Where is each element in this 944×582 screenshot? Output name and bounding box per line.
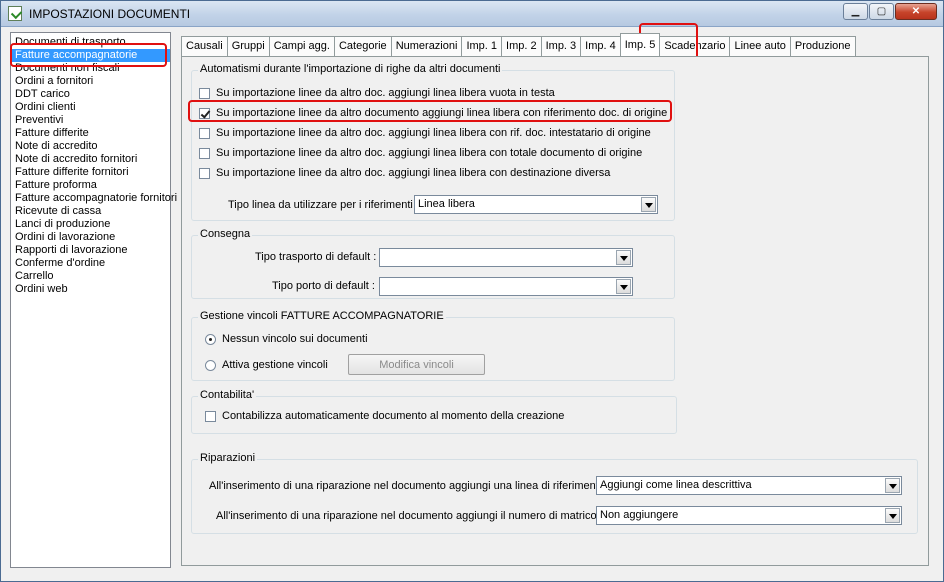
import-option-label: Su importazione linee da altro doc. aggi… (216, 87, 555, 99)
riparazione-linea-value: Aggiungi come linea descrittiva (600, 479, 752, 491)
checkbox[interactable] (199, 87, 210, 99)
minimize-button[interactable]: ▁ (843, 3, 868, 20)
tab-causali[interactable]: Causali (181, 36, 228, 56)
list-item[interactable]: Ordini a fornitori (11, 75, 170, 88)
list-item[interactable]: Ricevute di cassa (11, 205, 170, 218)
contabilita-title: Contabilita' (198, 389, 257, 401)
list-item[interactable]: Conferme d'ordine (11, 257, 170, 270)
list-item[interactable]: Fatture differite (11, 127, 170, 140)
tab-campi-agg[interactable]: Campi agg. (268, 36, 335, 56)
checkbox[interactable] (205, 410, 216, 422)
consegna-title: Consegna (198, 228, 253, 240)
riparazione-matricola-label: All'inserimento di una riparazione nel d… (216, 510, 612, 522)
tipo-trasporto-label: Tipo trasporto di default : (255, 251, 377, 263)
tab-linee-auto[interactable]: Linee auto (729, 36, 791, 56)
riparazione-matricola-value: Non aggiungere (600, 509, 679, 521)
radio-nessun-vincolo[interactable]: Nessun vincolo sui documenti (205, 332, 368, 346)
import-option-label: Su importazione linee da altro doc. aggi… (216, 147, 643, 159)
window-title: IMPOSTAZIONI DOCUMENTI (29, 7, 191, 21)
chevron-down-icon[interactable] (616, 279, 631, 294)
tab-imp-5[interactable]: Imp. 5 (619, 33, 661, 56)
riparazioni-title: Riparazioni (198, 452, 258, 464)
list-item[interactable]: Documenti di trasporto (11, 36, 170, 49)
import-option-2[interactable]: Su importazione linee da altro documento… (199, 106, 667, 120)
tipo-trasporto-select[interactable] (379, 248, 633, 267)
contabilita-group: Contabilita' Contabilizza automaticament… (191, 389, 677, 434)
maximize-button[interactable]: ▢ (869, 3, 894, 20)
riparazione-linea-select[interactable]: Aggiungi come linea descrittiva (596, 476, 902, 495)
settings-window: IMPOSTAZIONI DOCUMENTI ▁ ▢ ✕ Documenti d… (0, 0, 944, 582)
riparazione-linea-label: All'inserimento di una riparazione nel d… (209, 480, 612, 492)
tab-scadenzario[interactable]: Scadenzario (659, 36, 731, 56)
import-option-1[interactable]: Su importazione linee da altro doc. aggi… (199, 86, 555, 100)
list-item[interactable]: Ordini di lavorazione (11, 231, 170, 244)
tipo-porto-select[interactable] (379, 277, 633, 296)
chevron-down-icon[interactable] (616, 250, 631, 265)
import-option-label: Su importazione linee da altro documento… (216, 107, 668, 119)
list-item[interactable]: Note di accredito fornitori (11, 153, 170, 166)
list-item[interactable]: Fatture differite fornitori (11, 166, 170, 179)
list-item[interactable]: Rapporti di lavorazione (11, 244, 170, 257)
modifica-vincoli-button[interactable]: Modifica vincoli (348, 354, 485, 375)
contabilizza-option[interactable]: Contabilizza automaticamente documento a… (205, 409, 564, 423)
nessun-vincolo-label: Nessun vincolo sui documenti (222, 333, 368, 345)
import-option-3[interactable]: Su importazione linee da altro doc. aggi… (199, 126, 651, 140)
import-option-5[interactable]: Su importazione linee da altro doc. aggi… (199, 166, 610, 180)
contabilizza-label: Contabilizza automaticamente documento a… (222, 410, 565, 422)
tab-produzione[interactable]: Produzione (789, 36, 856, 56)
tab-categorie[interactable]: Categorie (333, 36, 392, 56)
checkbox[interactable] (199, 107, 210, 119)
import-option-label: Su importazione linee da altro doc. aggi… (216, 167, 611, 179)
tab-panel-imp5: Automatismi durante l'importazione di ri… (181, 56, 929, 566)
window-controls: ▁ ▢ ✕ (843, 3, 937, 20)
list-item[interactable]: Fatture accompagnatorie fornitori (11, 192, 177, 205)
list-item[interactable]: Note di accredito (11, 140, 170, 153)
import-option-4[interactable]: Su importazione linee da altro doc. aggi… (199, 146, 642, 160)
tab-strip: Causali Gruppi Campi agg. Categorie Numerazi… (181, 33, 856, 56)
automatismi-group: Automatismi durante l'importazione di ri… (191, 63, 675, 221)
tipo-linea-select[interactable]: Linea libera (414, 195, 658, 214)
import-option-label: Su importazione linee da altro doc. aggi… (216, 127, 651, 139)
app-icon (8, 6, 22, 21)
list-item[interactable]: Preventivi (11, 114, 170, 127)
list-item[interactable]: Fatture accompagnatorie (11, 49, 170, 62)
tab-numerazioni[interactable]: Numerazioni (390, 36, 463, 56)
checkbox[interactable] (199, 127, 210, 139)
tab-imp-1[interactable]: Imp. 1 (461, 36, 503, 56)
tab-imp-4[interactable]: Imp. 4 (580, 36, 621, 56)
tab-imp-3[interactable]: Imp. 3 (540, 36, 582, 56)
radio-button[interactable] (205, 359, 216, 371)
radio-button[interactable] (205, 333, 216, 345)
riparazione-matricola-select[interactable]: Non aggiungere (596, 506, 902, 525)
chevron-down-icon[interactable] (885, 508, 900, 523)
list-item[interactable]: Lanci di produzione (11, 218, 170, 231)
riparazioni-group: Riparazioni All'inserimento di una ripar… (191, 452, 918, 534)
close-button[interactable]: ✕ (895, 3, 937, 20)
list-item[interactable]: Documenti non fiscali (11, 62, 170, 75)
list-item[interactable]: Carrello (11, 270, 170, 283)
tipo-linea-value: Linea libera (418, 198, 475, 210)
radio-attiva-vincoli[interactable]: Attiva gestione vincoli (205, 358, 328, 372)
vincoli-group: Gestione vincoli FATTURE ACCOMPAGNATORIE… (191, 310, 675, 381)
vincoli-title: Gestione vincoli FATTURE ACCOMPAGNATORIE (198, 310, 446, 322)
checkbox[interactable] (199, 147, 210, 159)
tab-imp-2[interactable]: Imp. 2 (501, 36, 542, 56)
document-type-list[interactable]: Documenti di trasporto Fatture accompagna… (10, 32, 177, 568)
list-item[interactable]: Fatture proforma (11, 179, 170, 192)
tipo-porto-label: Tipo porto di default : (272, 280, 375, 292)
checkbox[interactable] (199, 167, 210, 179)
chevron-down-icon[interactable] (885, 478, 900, 493)
tipo-linea-label: Tipo linea da utilizzare per i riferimen… (228, 199, 419, 211)
list-item[interactable]: Ordini clienti (11, 101, 170, 114)
automatismi-title: Automatismi durante l'importazione di ri… (198, 63, 503, 75)
list-item[interactable]: Ordini web (11, 283, 170, 296)
chevron-down-icon[interactable] (641, 197, 656, 212)
list-item[interactable]: DDT carico (11, 88, 170, 101)
title-bar[interactable]: IMPOSTAZIONI DOCUMENTI ▁ ▢ ✕ (1, 1, 943, 27)
attiva-vincoli-label: Attiva gestione vincoli (222, 359, 328, 371)
consegna-group: Consegna Tipo trasporto di default : Tip… (191, 228, 675, 299)
tab-gruppi[interactable]: Gruppi (226, 36, 270, 56)
